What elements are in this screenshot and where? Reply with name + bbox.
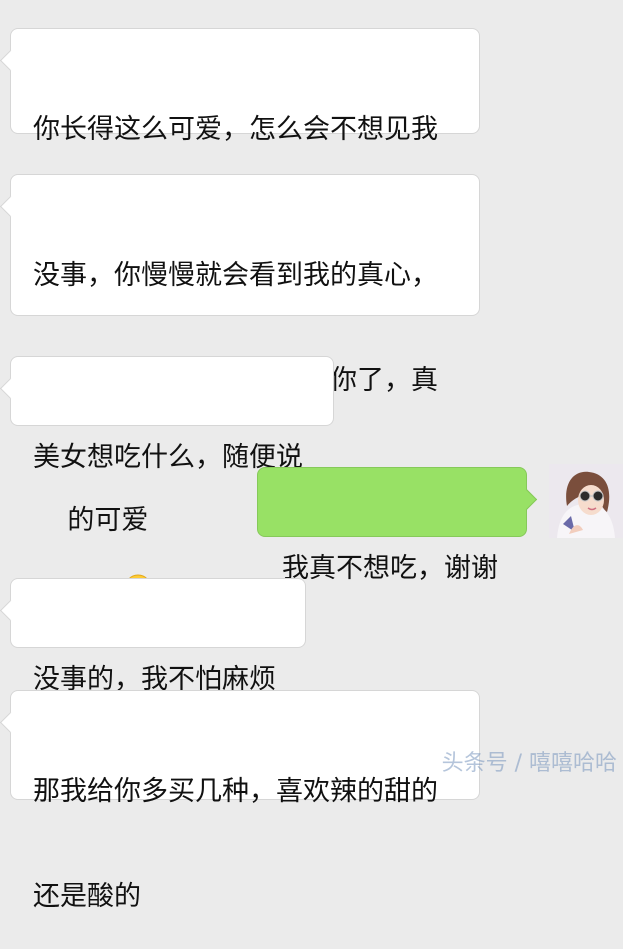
- message-line: 我真不想吃，谢谢: [282, 553, 498, 584]
- message-line: 还是酸的: [33, 881, 141, 912]
- watermark: 头条号 / 嘻嘻哈哈: [441, 751, 617, 776]
- message-bubble-incoming[interactable]: 没事的，我不怕麻烦: [10, 578, 306, 695]
- message-bubble-incoming[interactable]: 没事，你慢慢就会看到我的真心， 从见你第一眼我就喜欢上你了，真 的可爱: [10, 174, 480, 602]
- message-line: 那我给你多买几种，喜欢辣的甜的: [33, 776, 438, 807]
- message-line: 没事，你慢慢就会看到我的真心，: [33, 260, 438, 291]
- message-bubble-outgoing[interactable]: 我真不想吃，谢谢: [257, 467, 527, 584]
- avatar-image: [549, 464, 623, 538]
- user-avatar[interactable]: [549, 464, 623, 538]
- message-line: 你长得这么可爱，怎么会不想见我: [33, 114, 438, 145]
- message-bubble-incoming[interactable]: 美女想吃什么，随便说: [10, 356, 334, 473]
- message-bubble-incoming[interactable]: 那我给你多买几种，喜欢辣的甜的 还是酸的: [10, 690, 480, 912]
- message-bubble-incoming[interactable]: 你长得这么可爱，怎么会不想见我 呢？: [10, 28, 480, 250]
